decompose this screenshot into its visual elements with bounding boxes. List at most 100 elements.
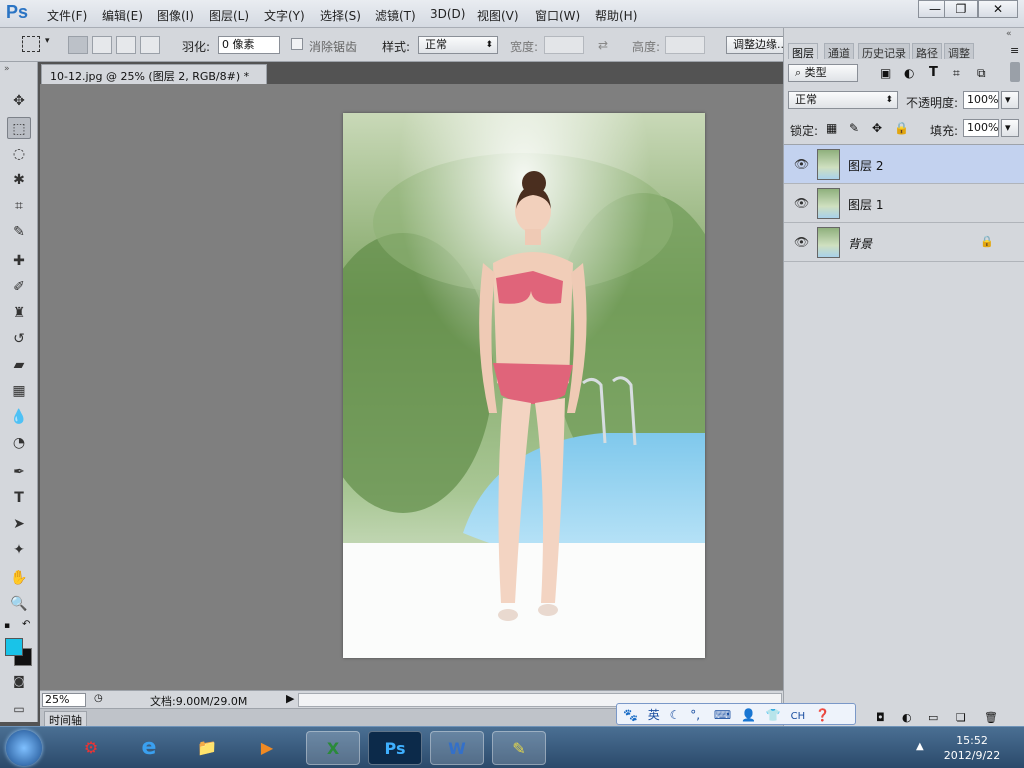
subtract-selection-icon[interactable] (116, 36, 136, 54)
lock-position-icon[interactable]: ✥ (872, 121, 882, 135)
zoom-level-input[interactable]: 25% (42, 693, 86, 707)
lock-pixels-icon[interactable]: ✎ (849, 121, 859, 135)
menu-file[interactable]: 文件(F) (47, 7, 87, 24)
collapse-arrows-icon[interactable]: » (4, 64, 10, 74)
default-colors-icon[interactable]: ▪ (4, 621, 10, 631)
status-menu-arrow-icon[interactable]: ▶ (286, 692, 294, 705)
marquee-tool-preset-icon[interactable] (22, 36, 40, 52)
tray-arrow-icon[interactable]: ▲ (916, 741, 924, 752)
user-icon[interactable]: 👤 (741, 708, 756, 722)
tab-history[interactable]: 历史记录 (858, 43, 910, 60)
history-brush-tool-icon[interactable]: ↺ (7, 328, 31, 350)
width-input[interactable] (544, 36, 584, 54)
fill-dropdown-icon[interactable]: ▾ (1001, 119, 1019, 137)
new-adjustment-layer-icon[interactable]: ◐ (902, 711, 912, 724)
blend-mode-select[interactable]: 正常 ⬍ (788, 91, 898, 109)
ime-ch-icon[interactable]: CH (791, 711, 806, 722)
restore-button[interactable]: ❐ (944, 0, 978, 18)
menu-filter[interactable]: 滤镜(T) (375, 7, 416, 24)
tab-layers[interactable]: 图层 (788, 43, 818, 60)
rectangular-marquee-tool-icon[interactable]: ⬚ (7, 117, 31, 139)
style-select[interactable]: 正常 ⬍ (418, 36, 498, 54)
lock-all-icon[interactable]: 🔒 (894, 121, 909, 135)
add-mask-icon[interactable]: ◘ (876, 711, 885, 724)
tab-adjustments[interactable]: 调整 (944, 43, 974, 60)
layer-row[interactable]: 👁 背景 🔒 (784, 223, 1024, 262)
status-preview-icon[interactable]: ◷ (94, 693, 103, 704)
quick-selection-tool-icon[interactable]: ✱ (7, 169, 31, 191)
preset-dropdown-arrow-icon[interactable]: ▾ (45, 36, 50, 46)
hand-tool-icon[interactable]: ✋ (7, 567, 31, 589)
tab-channels[interactable]: 通道 (824, 43, 854, 60)
moon-icon[interactable]: ☾ (670, 708, 681, 722)
gradient-tool-icon[interactable]: ▦ (7, 380, 31, 402)
word-icon[interactable]: W (430, 731, 484, 765)
refine-edge-button[interactable]: 调整边缘... (726, 36, 784, 54)
intersect-selection-icon[interactable] (140, 36, 160, 54)
filter-adjustment-icon[interactable]: ◐ (904, 66, 914, 80)
filter-smart-object-icon[interactable]: ⧉ (977, 66, 986, 81)
system-clock[interactable]: 15:52 2012/9/22 (936, 733, 1008, 763)
menu-layer[interactable]: 图层(L) (209, 7, 249, 24)
pen-tool-icon[interactable]: ✒ (7, 461, 31, 483)
menu-edit[interactable]: 编辑(E) (102, 7, 143, 24)
crop-tool-icon[interactable]: ⌗ (7, 195, 31, 217)
photoshop-taskbar-icon[interactable]: Ps (368, 731, 422, 765)
screen-mode-icon[interactable]: ▭ (7, 698, 31, 720)
layer-row[interactable]: 👁 图层 2 (784, 145, 1024, 184)
visibility-eye-icon[interactable]: 👁 (794, 196, 809, 210)
notes-icon[interactable]: ✎ (492, 731, 546, 765)
menu-3d[interactable]: 3D(D) (430, 7, 465, 21)
filter-pixel-icon[interactable]: ▣ (880, 66, 891, 80)
internet-explorer-icon[interactable]: e (122, 731, 176, 765)
menu-type[interactable]: 文字(Y) (264, 7, 305, 24)
swap-icon[interactable]: ⇄ (598, 38, 608, 52)
document-image[interactable] (343, 113, 705, 658)
feather-input[interactable]: 0 像素 (218, 36, 280, 54)
type-tool-icon[interactable]: T (7, 487, 31, 509)
help-icon[interactable]: ❓ (815, 708, 830, 722)
ime-language[interactable]: 英 (648, 708, 660, 722)
visibility-eye-icon[interactable]: 👁 (794, 157, 809, 171)
delete-layer-icon[interactable]: 🗑 (984, 711, 998, 724)
menu-image[interactable]: 图像(I) (157, 7, 194, 24)
clone-stamp-tool-icon[interactable]: ♜ (7, 302, 31, 324)
dodge-tool-icon[interactable]: ◔ (7, 432, 31, 454)
filter-shape-icon[interactable]: ⌗ (953, 66, 960, 81)
panel-menu-icon[interactable]: ≡ (1010, 44, 1019, 57)
new-layer-icon[interactable]: ❏ (956, 711, 966, 724)
lasso-tool-icon[interactable]: ◌ (7, 143, 31, 165)
close-button[interactable]: ✕ (978, 0, 1018, 18)
zoom-tool-icon[interactable]: 🔍 (7, 593, 31, 615)
eyedropper-tool-icon[interactable]: ✎ (7, 221, 31, 243)
custom-shape-tool-icon[interactable]: ✦ (7, 539, 31, 561)
filter-toggle-switch[interactable] (1010, 62, 1020, 82)
skin-icon[interactable]: 👕 (766, 708, 781, 722)
blur-tool-icon[interactable]: 💧 (7, 406, 31, 428)
document-tab[interactable]: 10-12.jpg @ 25% (图层 2, RGB/8#) * × (41, 64, 267, 97)
height-input[interactable] (665, 36, 705, 54)
new-group-icon[interactable]: ▭ (928, 711, 938, 724)
panel-collapse-icon[interactable]: « (1006, 29, 1012, 39)
path-selection-tool-icon[interactable]: ➤ (7, 513, 31, 535)
media-player-icon[interactable]: ▶ (240, 731, 294, 765)
menu-window[interactable]: 窗口(W) (535, 7, 580, 24)
foreground-color-swatch[interactable] (5, 638, 23, 656)
menu-help[interactable]: 帮助(H) (595, 7, 637, 24)
tab-paths[interactable]: 路径 (912, 43, 942, 60)
healing-brush-tool-icon[interactable]: ✚ (7, 250, 31, 272)
visibility-eye-icon[interactable]: 👁 (794, 235, 809, 249)
quick-mask-icon[interactable]: ◙ (7, 670, 31, 692)
opacity-input[interactable]: 100% (963, 91, 999, 109)
keyboard-icon[interactable]: ⌨ (714, 708, 731, 722)
fill-input[interactable]: 100% (963, 119, 999, 137)
paw-icon[interactable]: 🐾 (623, 708, 638, 722)
app-icon-colorful[interactable]: ⚙ (64, 731, 118, 765)
brush-tool-icon[interactable]: ✐ (7, 276, 31, 298)
excel-icon[interactable]: X (306, 731, 360, 765)
antialias-checkbox[interactable] (291, 38, 303, 50)
start-button[interactable] (6, 730, 42, 766)
new-selection-icon[interactable] (68, 36, 88, 54)
menu-select[interactable]: 选择(S) (320, 7, 361, 24)
swap-colors-icon[interactable]: ↶ (22, 619, 30, 630)
